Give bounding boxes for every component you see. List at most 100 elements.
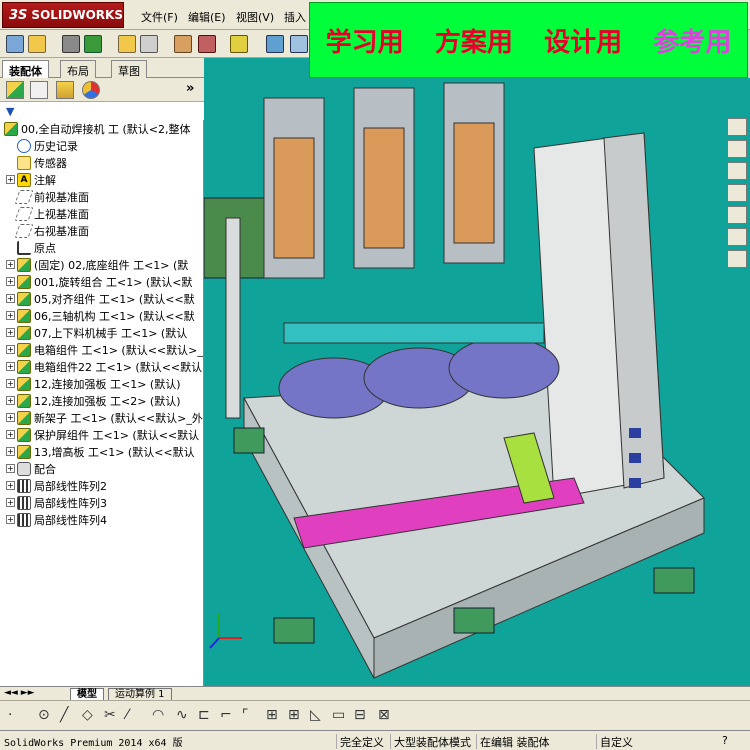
tree-node[interactable]: +12,连接加强板 工<1> (默认) bbox=[0, 375, 204, 392]
assembly-tool-icon[interactable] bbox=[118, 35, 136, 53]
tree-node[interactable]: 历史记录 bbox=[0, 137, 204, 154]
polygon-icon[interactable]: ◇ bbox=[82, 707, 93, 723]
expand-toggle-icon[interactable]: + bbox=[6, 447, 15, 456]
filter-icon[interactable]: ▼ bbox=[6, 105, 14, 118]
expand-toggle-icon[interactable]: + bbox=[6, 464, 15, 473]
property-manager-icon[interactable] bbox=[30, 81, 48, 99]
line-icon[interactable]: ╱ bbox=[60, 707, 68, 723]
expand-toggle-icon[interactable]: + bbox=[6, 515, 15, 524]
custom-properties-icon[interactable] bbox=[727, 250, 747, 268]
arc-icon[interactable]: ◠ bbox=[152, 707, 164, 723]
tree-node[interactable]: + 新架子 工<1> (默认<<默认>_外 bbox=[0, 409, 204, 426]
assembly-icon bbox=[17, 376, 31, 391]
expand-toggle-icon[interactable]: + bbox=[6, 328, 15, 337]
section-icon[interactable] bbox=[198, 35, 216, 53]
tree-node[interactable]: +05,对齐组件 工<1> (默认<<默 bbox=[0, 290, 204, 307]
tree-node[interactable]: +12,连接加强板 工<2> (默认) bbox=[0, 392, 204, 409]
status-custom[interactable]: 自定义 bbox=[596, 734, 636, 749]
expand-toggle-icon[interactable]: + bbox=[6, 498, 15, 507]
tree-node[interactable]: 传感器 bbox=[0, 154, 204, 171]
chamfer-icon[interactable]: ⌜ bbox=[242, 707, 249, 723]
spline-icon[interactable]: ∿ bbox=[176, 707, 188, 723]
feature-manager-icon[interactable] bbox=[6, 81, 24, 99]
tree-node[interactable]: + 配合 bbox=[0, 460, 204, 477]
expand-panel-icon[interactable]: » bbox=[186, 81, 194, 96]
centerline-icon[interactable]: ⁄ bbox=[126, 707, 128, 723]
menu-insert[interactable]: 插入 bbox=[284, 9, 306, 25]
expand-toggle-icon[interactable]: + bbox=[6, 481, 15, 490]
tree-node[interactable]: 原点 bbox=[0, 239, 204, 256]
tab-assembly[interactable]: 装配体 bbox=[2, 60, 49, 79]
file-explorer-icon[interactable] bbox=[727, 162, 747, 180]
circle-icon[interactable]: ⊙ bbox=[38, 707, 50, 723]
expand-toggle-icon[interactable]: + bbox=[6, 175, 15, 184]
table-icon[interactable]: ⊟ bbox=[354, 707, 366, 723]
corner-rectangle-icon[interactable]: ⌐ bbox=[220, 707, 232, 723]
cabinet-port-1 bbox=[629, 428, 641, 438]
configuration-manager-icon[interactable] bbox=[56, 81, 74, 99]
expand-toggle-icon[interactable]: + bbox=[6, 362, 15, 371]
design-library-icon[interactable] bbox=[727, 140, 747, 158]
solidworks-logo[interactable]: 3S SOLIDWORKS bbox=[2, 2, 124, 28]
tree-node[interactable]: + 电箱组件22 工<1> (默认<<默认 bbox=[0, 358, 204, 375]
tab-layout[interactable]: 布局 bbox=[60, 60, 96, 78]
tree-node[interactable]: + 局部线性阵列3 bbox=[0, 494, 204, 511]
pattern-icon bbox=[17, 495, 31, 510]
dimension-icon[interactable]: ◺ bbox=[310, 707, 321, 723]
pattern-icon[interactable]: ⊞ bbox=[288, 707, 300, 723]
display-manager-icon[interactable] bbox=[82, 81, 100, 99]
component-icon[interactable] bbox=[174, 35, 192, 53]
menu-file[interactable]: 文件(F) bbox=[141, 9, 178, 25]
tree-node-label: 电箱组件22 工<1> (默认<<默认 bbox=[34, 360, 203, 374]
graphics-viewport[interactable] bbox=[204, 78, 724, 686]
folder-icon[interactable] bbox=[727, 184, 747, 202]
resources-icon[interactable] bbox=[727, 118, 747, 136]
render-icon[interactable] bbox=[290, 35, 308, 53]
tree-node[interactable]: + 保护屏组件 工<1> (默认<<默认 bbox=[0, 426, 204, 443]
view-icon[interactable] bbox=[140, 35, 158, 53]
tree-node[interactable]: 右视基准面 bbox=[0, 222, 204, 239]
relations-icon[interactable]: ⊠ bbox=[378, 707, 390, 723]
tree-node[interactable]: + 局部线性阵列2 bbox=[0, 477, 204, 494]
menu-edit[interactable]: 编辑(E) bbox=[188, 9, 226, 25]
tree-node[interactable]: + A 注解 bbox=[0, 171, 204, 188]
display-style-icon[interactable] bbox=[266, 35, 284, 53]
expand-toggle-icon[interactable]: + bbox=[6, 413, 15, 422]
expand-toggle-icon[interactable]: + bbox=[6, 379, 15, 388]
lights-icon[interactable] bbox=[230, 35, 248, 53]
tree-node[interactable]: +001,旋转组合 工<1> (默认<默 bbox=[0, 273, 204, 290]
tree-node-label: 06,三轴机构 工<1> (默认<<默 bbox=[34, 309, 195, 323]
expand-toggle-icon[interactable]: + bbox=[6, 430, 15, 439]
trim-icon[interactable]: ✂ bbox=[104, 707, 116, 723]
expand-toggle-icon[interactable]: + bbox=[6, 277, 15, 286]
expand-toggle-icon[interactable]: + bbox=[6, 345, 15, 354]
help-icon[interactable]: ? bbox=[722, 734, 728, 747]
tree-node[interactable]: + 电箱组件 工<1> (默认<<默认>_ bbox=[0, 341, 204, 358]
menu-view[interactable]: 视图(V) bbox=[236, 9, 274, 25]
expand-toggle-icon[interactable]: + bbox=[6, 311, 15, 320]
mirror-icon[interactable]: ⊞ bbox=[266, 707, 278, 723]
tree-node[interactable]: +13,增高板 工<1> (默认<<默认 bbox=[0, 443, 204, 460]
tree-root[interactable]: 00,全自动焊接机 工 (默认<2,整体 bbox=[0, 120, 204, 137]
expand-toggle-icon[interactable]: + bbox=[6, 396, 15, 405]
expand-toggle-icon[interactable]: + bbox=[6, 294, 15, 303]
expand-toggle-icon[interactable]: + bbox=[6, 260, 15, 269]
paperclip-icon[interactable] bbox=[62, 35, 80, 53]
tree-node[interactable]: + 局部线性阵列4 bbox=[0, 511, 204, 528]
tab-sketch[interactable]: 草图 bbox=[111, 60, 147, 78]
appearances-icon[interactable] bbox=[727, 228, 747, 246]
rectangle-icon[interactable]: ▭ bbox=[332, 707, 345, 723]
point-icon[interactable]: ⋅ bbox=[8, 707, 12, 723]
tab-nav-arrows-icon[interactable]: ◄◄ ►► bbox=[4, 688, 35, 698]
open-icon[interactable] bbox=[28, 35, 46, 53]
slot-icon[interactable]: ⊏ bbox=[198, 707, 210, 723]
smart-fastener-icon[interactable] bbox=[84, 35, 102, 53]
tree-node[interactable]: +06,三轴机构 工<1> (默认<<默 bbox=[0, 307, 204, 324]
tree-node[interactable]: 前视基准面 bbox=[0, 188, 204, 205]
tree-node[interactable]: +07,上下料机械手 工<1> (默认 bbox=[0, 324, 204, 341]
new-icon[interactable] bbox=[6, 35, 24, 53]
tree-node-label: 12,连接加强板 工<2> (默认) bbox=[34, 394, 181, 408]
view-palette-icon[interactable] bbox=[727, 206, 747, 224]
tree-node[interactable]: + (固定) 02,底座组件 工<1> (默 bbox=[0, 256, 204, 273]
tree-node[interactable]: 上视基准面 bbox=[0, 205, 204, 222]
